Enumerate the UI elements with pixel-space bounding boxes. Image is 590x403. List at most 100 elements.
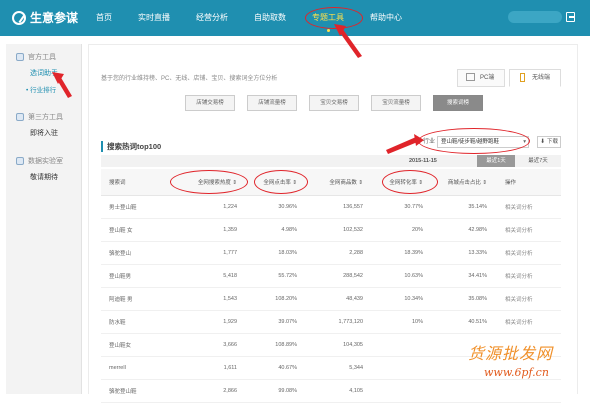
- cell-search-popularity: 1,777: [181, 241, 247, 265]
- cell-action[interactable]: 相关词分析: [497, 287, 561, 311]
- main-nav: 首页 实时直播 经营分析 自助取数 专题工具 帮助中心: [96, 0, 428, 36]
- table-row: 阿迪鞋 男 1,543 108.20% 48,439 10.34% 35.08% 相关词分析: [101, 287, 561, 311]
- table-row: 骆驼登山鞋 2,866 99.08% 4,105: [101, 379, 561, 403]
- cell-mall-click-share: 35.08%: [433, 287, 497, 311]
- subtab-item-transaction[interactable]: 宝贝交易榜: [309, 95, 359, 111]
- sidebar-item-industry-ranking[interactable]: • 行业排行: [26, 84, 81, 94]
- ranking-subtabs: 店铺交易榜 店铺流量榜 宝贝交易榜 宝贝流量榜 搜索词榜: [185, 95, 495, 111]
- cell-item-count: 288,542: [307, 264, 373, 288]
- sidebar-item-stay-tuned[interactable]: 敬请期待: [30, 172, 81, 182]
- cell-search-popularity: 1,359: [181, 218, 247, 242]
- cell-item-count: 1,773,120: [307, 310, 373, 334]
- sidebar-group-third-party: 第三方工具: [16, 112, 81, 122]
- cell-item-count: 5,344: [307, 356, 373, 380]
- col-search-popularity[interactable]: 全网搜索热度 ⇕: [181, 169, 247, 196]
- industry-select[interactable]: 登山鞋/徒步鞋/越野跑鞋: [437, 136, 529, 148]
- logo[interactable]: 生意参谋: [12, 9, 78, 26]
- cell-action[interactable]: 相关词分析: [497, 241, 561, 265]
- watermark-url: www.6pf.cn: [484, 366, 549, 379]
- nav-special-tools[interactable]: 专题工具: [312, 0, 344, 36]
- logo-text: 生意参谋: [30, 11, 79, 25]
- nav-self-service-data[interactable]: 自助取数: [254, 0, 286, 36]
- tab-label: PC端: [480, 75, 495, 81]
- phone-icon: [520, 73, 525, 82]
- cell-item-count: 104,305: [307, 333, 373, 357]
- cell-conversion-rate: 10.34%: [373, 287, 433, 311]
- cell-search-popularity: 1,611: [181, 356, 247, 380]
- cell-keyword: 登山鞋男: [101, 264, 181, 288]
- industry-label: 行业: [423, 139, 436, 145]
- sidebar: 官方工具 选词助手 • 行业排行 第三方工具 即将入驻 数据实验室 敬请期待: [6, 44, 82, 394]
- cell-search-popularity: 1,929: [181, 310, 247, 334]
- last-1-day-button[interactable]: 最近1天: [477, 155, 515, 167]
- cell-keyword: 男士登山鞋: [101, 195, 181, 219]
- tab-label: 无线端: [532, 75, 551, 81]
- col-conversion-rate[interactable]: 全网转化率 ⇕: [373, 169, 433, 196]
- subtab-shop-traffic[interactable]: 店铺流量榜: [247, 95, 297, 111]
- cell-conversion-rate: [373, 333, 433, 357]
- cell-action[interactable]: 相关词分析: [497, 264, 561, 288]
- cell-search-popularity: 3,666: [181, 333, 247, 357]
- top-navbar: 生意参谋 首页 实时直播 经营分析 自助取数 专题工具 帮助中心: [0, 0, 590, 36]
- col-click-rate[interactable]: 全网点击率 ⇕: [247, 169, 307, 196]
- sidebar-item-keyword-assistant[interactable]: 选词助手: [30, 68, 81, 78]
- sidebar-group-official: 官方工具: [16, 52, 81, 62]
- shield-icon: [16, 53, 24, 61]
- cell-click-rate: 4.98%: [247, 218, 307, 242]
- cell-click-rate: 108.20%: [247, 287, 307, 311]
- cell-conversion-rate: 30.77%: [373, 195, 433, 219]
- subtab-shop-transaction[interactable]: 店铺交易榜: [185, 95, 235, 111]
- nav-live[interactable]: 实时直播: [138, 0, 170, 36]
- cell-mall-click-share: 35.14%: [433, 195, 497, 219]
- cell-conversion-rate: 10.63%: [373, 264, 433, 288]
- cell-keyword: 骆驼登山鞋: [101, 379, 181, 403]
- cell-action[interactable]: [497, 379, 561, 403]
- cell-conversion-rate: 20%: [373, 218, 433, 242]
- subtab-search-keywords[interactable]: 搜索词榜: [433, 95, 483, 111]
- sidebar-group-data-lab: 数据实验室: [16, 156, 81, 166]
- cell-mall-click-share: 34.41%: [433, 264, 497, 288]
- nav-home[interactable]: 首页: [96, 0, 112, 36]
- sidebar-item-coming-soon[interactable]: 即将入驻: [30, 128, 81, 138]
- col-item-count[interactable]: 全网商品数 ⇕: [307, 169, 373, 196]
- cell-click-rate: 18.03%: [247, 241, 307, 265]
- industry-filter: 行业 登山鞋/徒步鞋/越野跑鞋: [415, 135, 535, 149]
- cell-conversion-rate: [373, 356, 433, 380]
- last-7-days-button[interactable]: 最近7天: [519, 155, 557, 167]
- page-description: 基于您的行业维持榜、PC、无线、店铺、宝贝、搜索词全方位分析: [101, 76, 278, 82]
- sidebar-group-title: 数据实验室: [28, 158, 63, 165]
- cell-item-count: 4,105: [307, 379, 373, 403]
- nav-business-analysis[interactable]: 经营分析: [196, 0, 228, 36]
- sidebar-group-title: 第三方工具: [28, 114, 63, 121]
- logout-icon[interactable]: [566, 12, 575, 22]
- subtab-item-traffic[interactable]: 宝贝流量榜: [371, 95, 421, 111]
- cell-click-rate: 108.89%: [247, 333, 307, 357]
- user-account-pill[interactable]: [508, 11, 562, 23]
- watermark-text: 货源批发网: [468, 344, 554, 363]
- cell-mall-click-share: [433, 379, 497, 403]
- col-mall-click-share[interactable]: 商城点击占比 ⇕: [433, 169, 497, 196]
- table-row: 男士登山鞋 1,224 30.96% 136,557 30.77% 35.14% 相关词分析: [101, 195, 561, 219]
- cell-click-rate: 39.07%: [247, 310, 307, 334]
- table-row: 登山鞋 女 1,359 4.98% 102,532 20% 42.98% 相关词分析: [101, 218, 561, 242]
- tab-mobile[interactable]: 无线端: [509, 69, 561, 87]
- monitor-icon: [466, 73, 475, 81]
- flask-icon: [16, 157, 24, 165]
- cell-keyword: 阿迪鞋 男: [101, 287, 181, 311]
- cell-conversion-rate: [373, 379, 433, 403]
- col-action: 操作: [497, 169, 561, 196]
- cell-click-rate: 40.67%: [247, 356, 307, 380]
- cell-search-popularity: 2,866: [181, 379, 247, 403]
- cell-conversion-rate: 10%: [373, 310, 433, 334]
- cell-action[interactable]: 相关词分析: [497, 310, 561, 334]
- col-keyword[interactable]: 搜索词: [101, 169, 181, 196]
- cell-keyword: 登山鞋 女: [101, 218, 181, 242]
- download-button[interactable]: 下载: [537, 136, 561, 148]
- cell-search-popularity: 1,543: [181, 287, 247, 311]
- cell-mall-click-share: 40.51%: [433, 310, 497, 334]
- cell-click-rate: 55.72%: [247, 264, 307, 288]
- nav-help-center[interactable]: 帮助中心: [370, 0, 402, 36]
- cell-action[interactable]: 相关词分析: [497, 195, 561, 219]
- tab-pc[interactable]: PC端: [457, 69, 505, 87]
- cell-action[interactable]: 相关词分析: [497, 218, 561, 242]
